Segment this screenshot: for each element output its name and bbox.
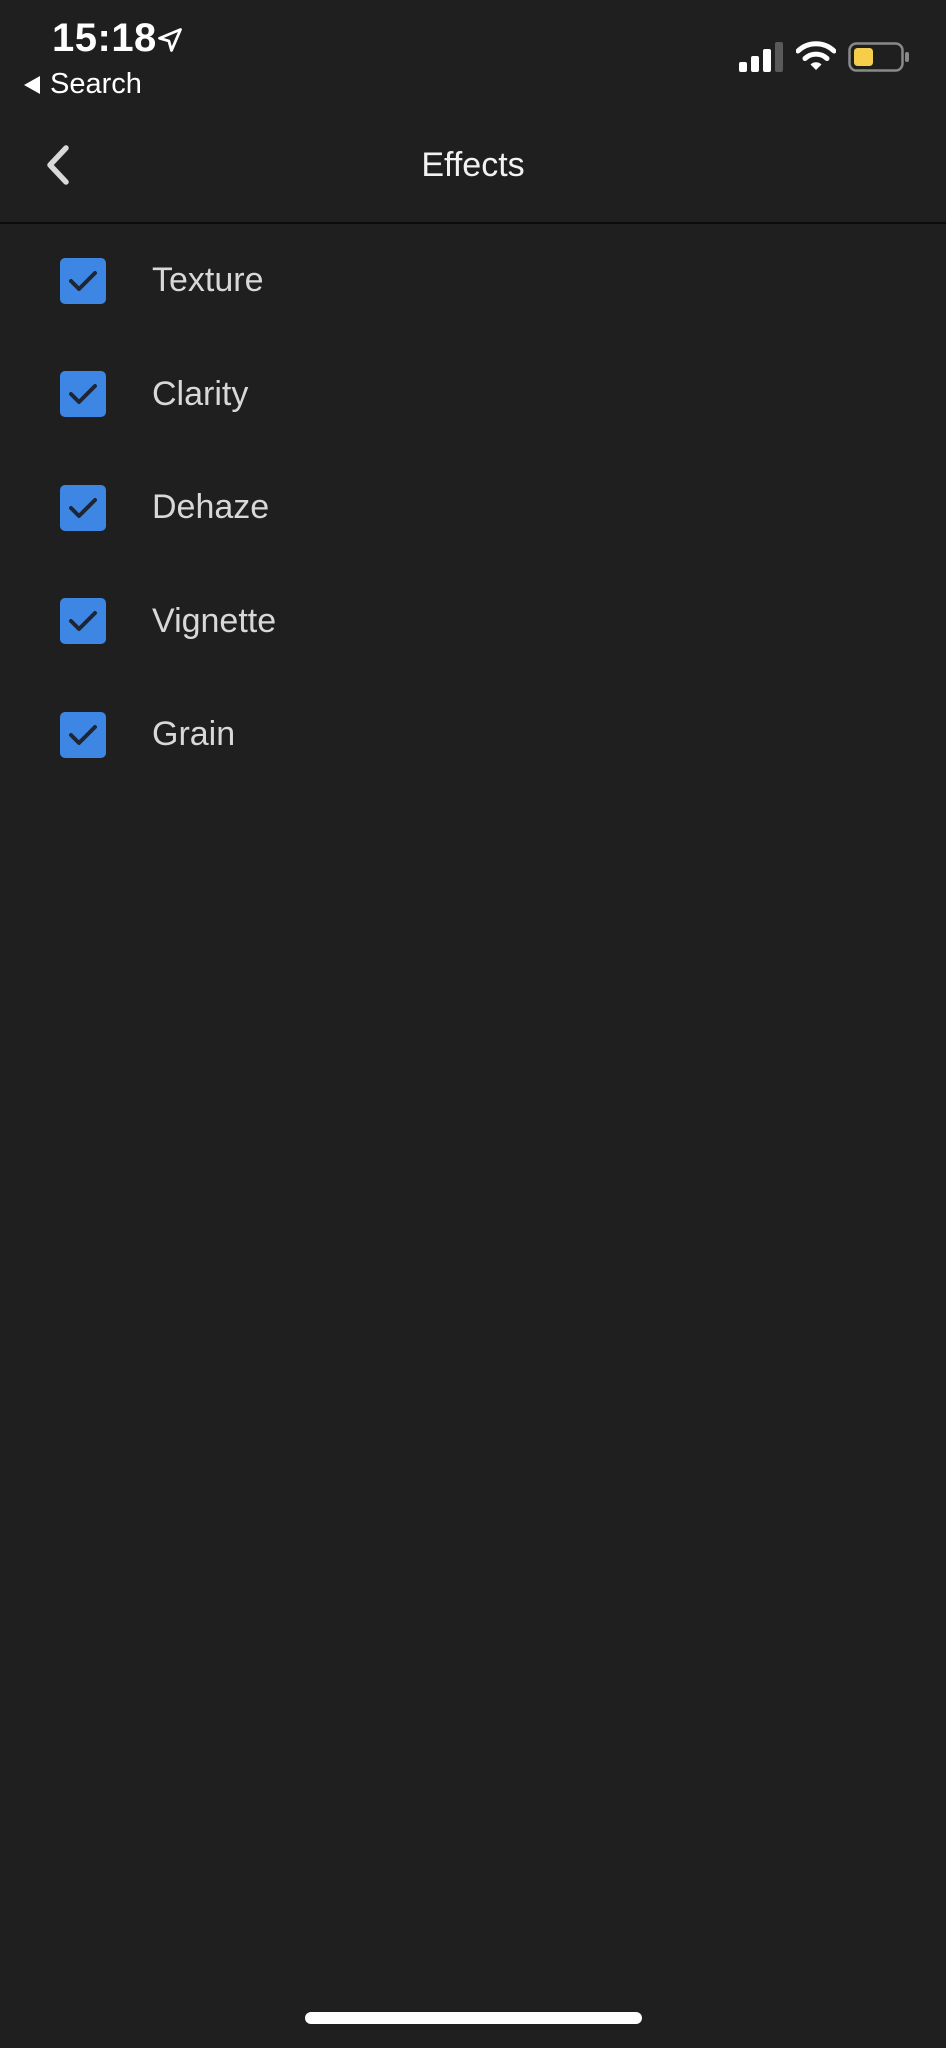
effect-item-clarity[interactable]: Clarity xyxy=(0,338,946,452)
screen: 15:18 Search Effects Texture Clarity Deh… xyxy=(0,0,946,2048)
checkmark-icon xyxy=(69,611,97,632)
battery-icon xyxy=(848,42,909,72)
checkmark-icon xyxy=(69,384,97,405)
vignette-checkbox[interactable] xyxy=(60,598,106,645)
location-arrow-icon xyxy=(158,28,182,52)
wifi-icon xyxy=(796,41,836,70)
effect-label: Grain xyxy=(152,715,236,754)
effect-item-dehaze[interactable]: Dehaze xyxy=(0,451,946,565)
clarity-checkbox[interactable] xyxy=(60,371,106,418)
dehaze-checkbox[interactable] xyxy=(60,484,106,531)
status-bar: 15:18 Search xyxy=(0,0,946,110)
cellular-signal-icon xyxy=(739,42,783,72)
checkmark-icon xyxy=(69,497,97,518)
effect-label: Vignette xyxy=(152,601,277,640)
effect-label: Texture xyxy=(152,261,264,300)
navigation-bar: Effects xyxy=(0,112,946,224)
grain-checkbox[interactable] xyxy=(60,711,106,758)
home-indicator[interactable] xyxy=(305,2012,642,2024)
effect-item-grain[interactable]: Grain xyxy=(0,678,946,792)
effect-label: Dehaze xyxy=(152,488,270,527)
back-to-search-link[interactable]: Search xyxy=(24,68,142,101)
checkmark-icon xyxy=(69,724,97,745)
effects-list: Texture Clarity Dehaze Vignette Grain xyxy=(0,224,946,792)
back-triangle-icon xyxy=(24,75,40,94)
effect-item-texture[interactable]: Texture xyxy=(0,224,946,338)
effect-item-vignette[interactable]: Vignette xyxy=(0,565,946,679)
back-to-search-label: Search xyxy=(50,68,142,100)
page-title: Effects xyxy=(421,146,525,184)
effect-label: Clarity xyxy=(152,374,249,413)
status-time: 15:18 xyxy=(52,16,157,60)
checkmark-icon xyxy=(69,270,97,291)
texture-checkbox[interactable] xyxy=(60,257,106,304)
